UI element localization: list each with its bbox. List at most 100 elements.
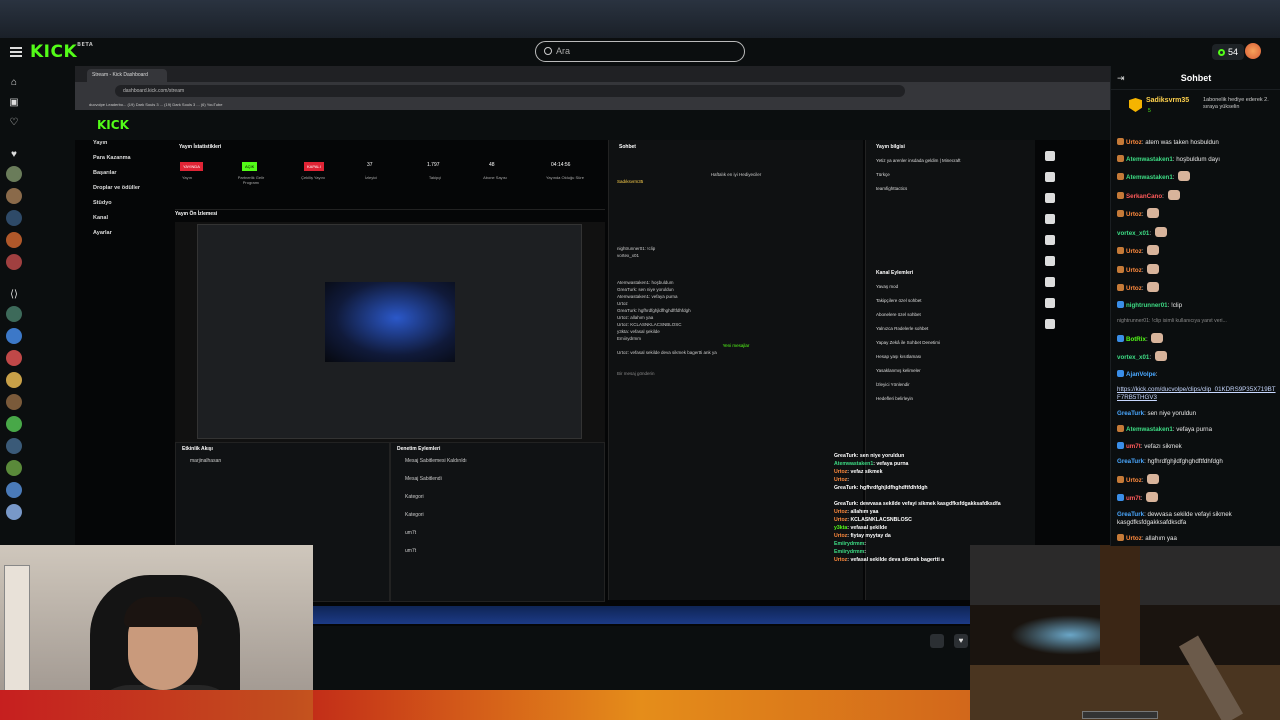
captured-chat-title: Sohbet [619,144,636,150]
overlay-chat-text: vefaya purna [876,461,909,467]
moderation-row: Kategori [405,494,424,500]
chat-message[interactable]: https://kick.com/ducvolpe/clips/clip_01K… [1117,386,1279,402]
channel-avatar[interactable] [6,254,22,270]
chat-username[interactable]: AjanVolpe [1126,371,1156,378]
kick-logo[interactable]: KICKBETA [30,42,93,62]
chat-username[interactable]: GreaTurk [1117,511,1144,518]
captured-sidebar-item: Yayın [93,140,108,146]
chat-message[interactable]: Atemwastaken1: vefaya purna [1117,425,1279,434]
channel-avatar[interactable] [6,166,22,182]
chat-message[interactable]: um7t: [1117,492,1279,503]
channel-avatar[interactable] [6,188,22,204]
chat-message[interactable]: Urtoz: atem was taken hosbuldun [1117,138,1279,147]
browse-icon[interactable]: ▣ [9,98,19,108]
user-badge-icon [1117,425,1124,432]
user-badge-icon [1117,210,1124,217]
chat-username[interactable]: nightrunner01 [1126,302,1168,309]
overlay-chat-user: GreaTurk [834,485,857,491]
chat-username[interactable]: Urtoz [1126,285,1142,292]
channel-avatar[interactable] [6,438,22,454]
chat-message[interactable]: vortex_x01: [1117,351,1279,362]
channel-avatar[interactable] [6,482,22,498]
user-badge-icon [1117,369,1124,377]
moderation-row: Kategori [405,512,424,518]
channel-avatar[interactable] [6,210,22,226]
channel-avatar[interactable] [6,328,22,344]
chat-message[interactable]: Urtoz: [1117,208,1279,219]
captured-chat-line: Atemwastaken1: vefaya purna [617,294,678,299]
chat-message[interactable]: GreaTurk: dewvasa sekilde vefayi sikmek … [1117,511,1279,527]
chat-message[interactable]: vortex_x01: [1117,226,1279,238]
search-input[interactable]: Ara [535,41,745,62]
chat-username[interactable]: SerkanCano [1126,193,1162,200]
chat-message[interactable]: Atemwastaken1: [1117,171,1279,182]
chat-username[interactable]: Urtoz [1126,267,1142,274]
chat-username[interactable]: Urtoz [1126,477,1142,484]
activity-title: Etkinlik Akışı [182,446,213,452]
channel-action-row: Yavaş mod [876,284,899,289]
chat-link[interactable]: https://kick.com/ducvolpe/clips/clip_01K… [1117,386,1276,401]
overlay-chat-user: Urtoz [834,509,848,515]
heart-icon[interactable]: ♡ [9,118,19,128]
chat-message[interactable]: Urtoz: [1117,245,1279,256]
preview-title: Yayın Ön İzlemesi [175,211,218,217]
following-icon: ♥ [11,149,17,160]
chat-message[interactable]: Urtoz: allahım yaa [1117,534,1279,543]
channel-avatar[interactable] [6,460,22,476]
chat-username[interactable]: BotRix [1126,336,1146,343]
chat-username[interactable]: Atemwastaken1 [1126,426,1173,433]
chat-username[interactable]: vortex_x01 [1117,230,1149,237]
chat-message[interactable]: Urtoz: [1117,473,1279,485]
chat-message[interactable]: um7t: vefazı sikmek [1117,441,1279,451]
chat-username[interactable]: GreaTurk [1117,410,1144,417]
channel-avatar[interactable] [6,416,22,432]
stat-value: AÇIK [242,162,258,171]
chat-username[interactable]: Urtoz [1126,139,1142,146]
menu-icon[interactable] [10,45,22,57]
channel-avatar[interactable] [6,306,22,322]
chat-message[interactable]: Atemwastaken1: hoşbuldum dayı [1117,154,1279,164]
chat-username[interactable]: Urtoz [1126,248,1142,255]
chat-message[interactable]: AjanVolpe: [1117,369,1279,379]
game-log [1100,545,1140,665]
chat-message[interactable]: BotRix: [1117,332,1279,344]
chat-message[interactable]: GreaTurk: sen niye yoruldun [1117,410,1279,418]
user-badge-icon [1117,475,1124,483]
game-bottom-bar [0,690,970,720]
chat-username[interactable]: um7t [1126,495,1141,502]
captured-chat-line: Emiirydrmm [617,336,641,341]
chat-message[interactable]: Urtoz: [1117,263,1279,275]
chat-username[interactable]: Urtoz [1126,535,1142,542]
points-badge[interactable]: 54 [1212,44,1245,60]
channel-avatar[interactable] [6,232,22,248]
user-avatar[interactable] [1245,43,1261,59]
stream-video[interactable]: Stream - Kick Dashboard dashboard.kick.c… [75,66,1110,626]
chat-message[interactable]: SerkanCano: [1117,189,1279,201]
chat-username[interactable]: GreaTurk [1117,458,1144,465]
chat-username[interactable]: um7t [1126,443,1141,450]
chat-text: hoşbuldum dayı [1176,155,1220,163]
chat-header: ⇥ Sohbet [1111,66,1280,90]
chat-username[interactable]: Atemwastaken1 [1126,174,1173,181]
chat-username[interactable]: Urtoz [1126,211,1142,218]
streamer-hair [124,597,202,627]
nested-video [325,282,455,362]
chat-username[interactable]: vortex_x01 [1117,354,1149,361]
chat-separator: : [1141,476,1146,484]
notification-icon[interactable] [930,634,944,648]
chat-text: nightrunner01: !clip isimli kullanıcıya … [1117,318,1227,324]
channel-avatar[interactable] [6,372,22,388]
home-icon[interactable]: ⌂ [9,78,19,88]
chat-message[interactable]: nightrunner01: !clip isimli kullanıcıya … [1117,317,1279,325]
chat-separator: : [1141,285,1146,292]
heart-icon[interactable]: ♥ [954,634,968,648]
chat-message[interactable]: Urtoz: [1117,282,1279,293]
chat-username[interactable]: Atemwastaken1 [1126,156,1173,163]
channel-avatar[interactable] [6,350,22,366]
stat-label: Abone Sayısı [483,175,507,180]
chat-message[interactable]: nightrunner01: !clip [1117,300,1279,310]
overlay-chat-user: Emiirydrmm [834,541,865,547]
chat-message[interactable]: GreaTurk: hgfhrdfghjldfghghdftfdhfdgh [1117,458,1279,466]
channel-avatar[interactable] [6,394,22,410]
channel-avatar[interactable] [6,504,22,520]
